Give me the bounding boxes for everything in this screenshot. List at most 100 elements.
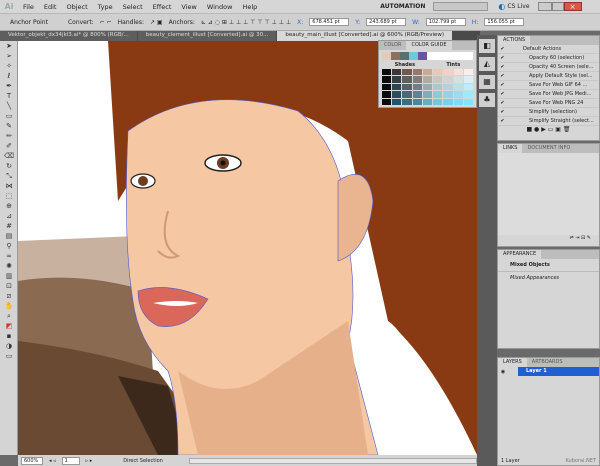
cs-live-button[interactable]: CS Live: [507, 3, 529, 10]
paintbrush-icon[interactable]: ✎: [3, 122, 15, 131]
tab-color-guide[interactable]: COLOR GUIDE: [406, 41, 452, 50]
symbol-sprayer-icon[interactable]: ✺: [3, 262, 15, 271]
color-swatch[interactable]: [453, 76, 463, 83]
line-tool-icon[interactable]: ╲: [3, 102, 15, 111]
layer-row[interactable]: ◉ Layer 1: [498, 367, 599, 376]
color-swatch[interactable]: [382, 69, 392, 76]
color-swatch[interactable]: [433, 83, 443, 91]
artboard-nav-next[interactable]: ▹ ▸: [86, 458, 93, 464]
tab-beauty-clement[interactable]: beauty_clement_illust [Converted].ai @ 3…: [137, 31, 277, 41]
blend-icon[interactable]: ∞: [3, 252, 15, 261]
check-icon[interactable]: ✔: [498, 64, 507, 70]
lasso-icon[interactable]: ℓ: [3, 72, 15, 81]
color-swatch[interactable]: [422, 98, 433, 105]
align-icons[interactable]: ⊾ ⊿ ◌ ⊞ ⊥ ⊥ ⊥ ⊤ ⊤ ⊤ ⊥ ⊥ ⊥: [201, 19, 291, 26]
action-item[interactable]: ✔ Opacity 60 (selection): [498, 54, 599, 63]
rectangle-tool-icon[interactable]: ▭: [3, 112, 15, 121]
tab-document-info[interactable]: DOCUMENT INFO: [522, 144, 576, 153]
color-swatch[interactable]: [412, 76, 422, 83]
menu-window[interactable]: Window: [207, 3, 233, 11]
artboard-field[interactable]: 1: [61, 456, 80, 465]
color-swatch[interactable]: [402, 98, 412, 105]
harmony-bar[interactable]: [382, 52, 473, 60]
color-swatch[interactable]: [412, 83, 422, 91]
color-swatch[interactable]: [412, 98, 422, 105]
eraser-icon[interactable]: ⌫: [3, 152, 15, 161]
check-icon[interactable]: ✔: [498, 91, 507, 97]
menu-view[interactable]: View: [181, 3, 196, 11]
check-icon[interactable]: ✔: [498, 46, 507, 52]
action-item[interactable]: ✔ Default Actions: [498, 45, 599, 54]
free-transform-icon[interactable]: ⬚: [3, 192, 15, 201]
color-swatch[interactable]: [453, 91, 463, 98]
action-item[interactable]: ✔ Save For Web JPG Medi...: [498, 90, 599, 99]
color-swatch[interactable]: [443, 83, 453, 91]
color-swatch[interactable]: [382, 91, 392, 98]
rotate-icon[interactable]: ↻: [3, 162, 15, 171]
check-icon[interactable]: ✔: [498, 73, 507, 79]
menu-type[interactable]: Type: [98, 3, 113, 11]
close-button[interactable]: ×: [563, 2, 582, 11]
horizontal-scrollbar[interactable]: [188, 457, 477, 464]
shape-builder-icon[interactable]: ⊕: [3, 202, 15, 211]
color-swatch[interactable]: [463, 91, 473, 98]
tab-vektor[interactable]: Vektor_objekt_dx34jkl3.ai* @ 800% (RGB/.…: [0, 31, 137, 41]
y-field[interactable]: 243.689 pt: [366, 18, 407, 26]
links-toolbar[interactable]: ⇌ ⇥ ⊟ ✎: [498, 235, 599, 241]
color-swatch[interactable]: [443, 69, 453, 76]
type-tool-icon[interactable]: T: [3, 92, 15, 101]
color-swatch[interactable]: [412, 69, 422, 76]
color-swatch[interactable]: [422, 91, 433, 98]
tab-layers[interactable]: LAYERS: [498, 358, 527, 367]
color-swatch[interactable]: [422, 69, 433, 76]
color-swatch[interactable]: [422, 83, 433, 91]
color-swatch[interactable]: [453, 69, 463, 76]
action-item[interactable]: ✔ Opacity 40 Screen (sele...: [498, 63, 599, 72]
menu-edit[interactable]: Edit: [44, 3, 57, 11]
color-swatch[interactable]: [463, 83, 473, 91]
color-variations-grid[interactable]: [382, 69, 473, 105]
artboard-icon[interactable]: ⊡: [3, 282, 15, 291]
color-swatch[interactable]: [392, 69, 402, 76]
menu-file[interactable]: File: [23, 3, 34, 11]
color-swatch[interactable]: [402, 69, 412, 76]
check-icon[interactable]: ✔: [498, 118, 507, 124]
blob-brush-icon[interactable]: ✐: [3, 142, 15, 151]
actions-toolbar[interactable]: ■ ● ▶ ▭ ▣ 🗑: [498, 126, 599, 134]
tab-links[interactable]: LINKS: [498, 144, 523, 153]
current-tool-status[interactable]: Direct Selection: [123, 458, 163, 464]
screen-mode-icon[interactable]: ▭: [3, 352, 15, 361]
color-swatch[interactable]: [382, 98, 392, 105]
action-item[interactable]: ✔ Apply Default Style (sel...: [498, 72, 599, 81]
color-swatch[interactable]: [382, 83, 392, 91]
menu-object[interactable]: Object: [66, 3, 87, 11]
color-swatch[interactable]: [433, 69, 443, 76]
direct-selection-tool-icon[interactable]: ➢: [3, 52, 15, 61]
graph-icon[interactable]: ▥: [3, 272, 15, 281]
width-tool-icon[interactable]: ⋈: [3, 182, 15, 191]
x-field[interactable]: 678.451 pt: [309, 18, 350, 26]
color-swatch[interactable]: [443, 98, 453, 105]
menu-effect[interactable]: Effect: [153, 3, 172, 11]
color-swatch[interactable]: [433, 76, 443, 83]
color-swatch[interactable]: [392, 83, 402, 91]
zoom-field[interactable]: 600%: [21, 456, 43, 465]
color-swatch[interactable]: [412, 91, 422, 98]
convert-icon[interactable]: ⌐ ⌐: [100, 19, 112, 26]
scale-icon[interactable]: ⤡: [3, 172, 15, 181]
tab-artboards[interactable]: ARTBOARDS: [526, 358, 568, 367]
color-swatch[interactable]: [443, 91, 453, 98]
color-swatch[interactable]: [443, 76, 453, 83]
color-swatch[interactable]: [402, 91, 412, 98]
color-swatch[interactable]: [453, 98, 463, 105]
h-field[interactable]: 156.055 pt: [484, 18, 525, 26]
check-icon[interactable]: ✔: [498, 100, 507, 106]
action-item[interactable]: ✔ Simplify Straight (select...: [498, 117, 599, 126]
eye-icon[interactable]: ◉: [498, 369, 508, 375]
magic-wand-icon[interactable]: ✧: [3, 62, 15, 71]
draw-mode-icon[interactable]: ◑: [3, 342, 15, 351]
hand-icon[interactable]: ✋: [3, 302, 15, 311]
gradient-icon[interactable]: ▤: [3, 232, 15, 241]
color-swatch[interactable]: [392, 76, 402, 83]
color-swatch[interactable]: [422, 76, 433, 83]
